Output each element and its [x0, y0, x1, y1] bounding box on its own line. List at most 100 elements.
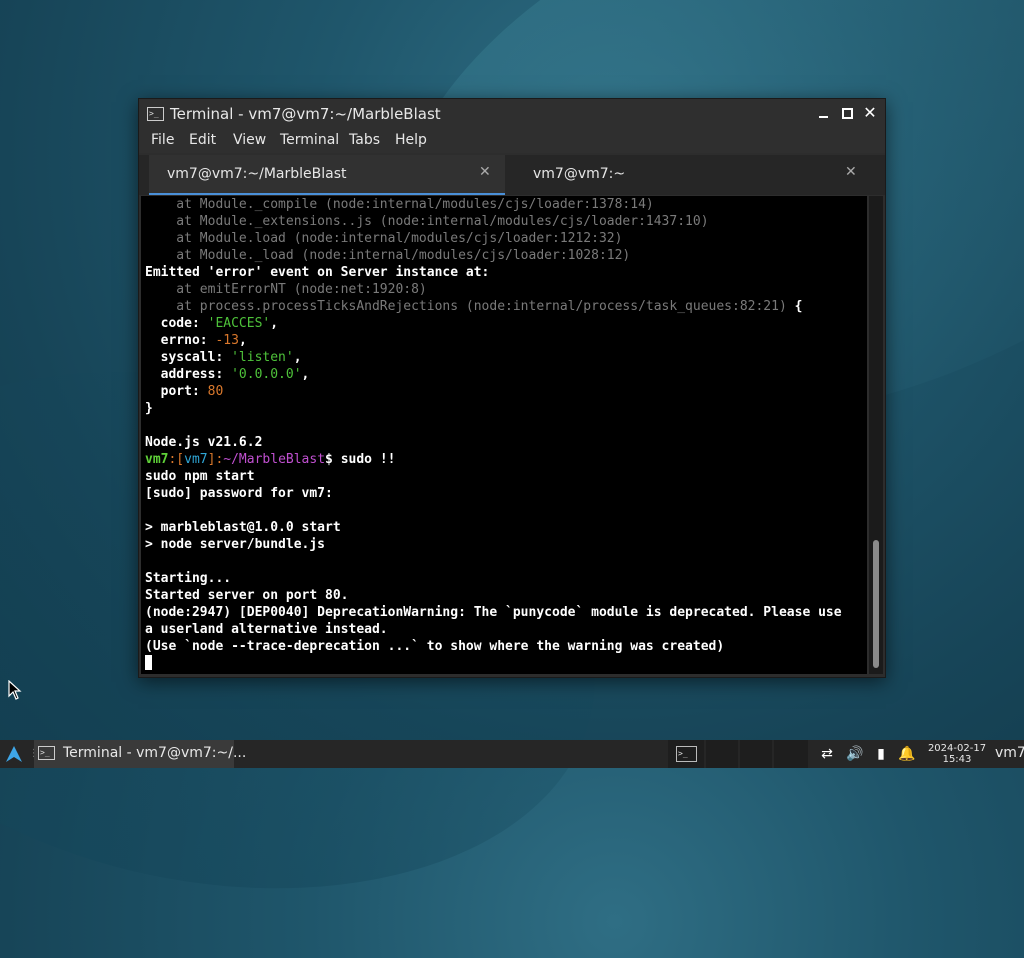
terminal-text: '0.0.0.0': [231, 367, 302, 382]
battery-icon[interactable]: ▮: [872, 745, 890, 763]
terminal-line: Emitted 'error' event on Server instance…: [145, 264, 489, 281]
terminal-line: (node:2947) [DEP0040] DeprecationWarning…: [145, 604, 842, 621]
tab-label: vm7@vm7:~/MarbleBlast: [167, 166, 347, 182]
terminal-text: at Module._load (node:internal/modules/c…: [145, 248, 631, 263]
terminal-text: syscall:: [145, 350, 232, 365]
notification-bell-icon[interactable]: 🔔: [898, 745, 916, 763]
taskbar-separator: ⋮: [29, 748, 39, 760]
title-bar[interactable]: >_ Terminal - vm7@vm7:~/MarbleBlast ✕: [139, 99, 885, 129]
terminal-line: port: 80: [145, 383, 224, 400]
terminal-cursor: [145, 655, 152, 672]
terminal-output[interactable]: at Module._compile (node:internal/module…: [141, 196, 867, 674]
workspace-4[interactable]: [774, 740, 808, 768]
terminal-text: 'EACCES': [207, 316, 271, 331]
tab-marbleblast[interactable]: vm7@vm7:~/MarbleBlast ✕: [149, 155, 505, 195]
network-icon[interactable]: ⇄: [818, 745, 836, 763]
menu-bar: File Edit View Terminal Tabs Help: [139, 129, 885, 153]
terminal-text: at Module.load (node:internal/modules/cj…: [145, 231, 623, 246]
terminal-text: -13: [215, 333, 239, 348]
terminal-line: at emitErrorNT (node:net:1920:8): [145, 281, 427, 298]
terminal-line: > node server/bundle.js: [145, 536, 325, 553]
terminal-text: Node.js v21.6.2: [145, 435, 263, 450]
terminal-line: sudo npm start: [145, 468, 255, 485]
terminal-line: [sudo] password for vm7:: [145, 485, 333, 502]
terminal-text: ~/MarbleBlast: [223, 452, 326, 467]
terminal-text: 80: [207, 384, 224, 399]
scrollbar[interactable]: [869, 196, 883, 674]
tab-close-icon[interactable]: ✕: [845, 164, 857, 180]
menu-edit[interactable]: Edit: [189, 132, 216, 148]
terminal-text: (Use `node --trace-deprecation ...` to s…: [145, 639, 725, 654]
terminal-text: at Module._extensions..js (node:internal…: [145, 214, 709, 229]
scrollbar-thumb[interactable]: [873, 540, 879, 668]
window-title: Terminal - vm7@vm7:~/MarbleBlast: [170, 105, 441, 123]
terminal-text: code:: [145, 316, 208, 331]
terminal-text: ,: [270, 316, 279, 331]
terminal-line: syscall: 'listen',: [145, 349, 302, 366]
terminal-text: ]:: [207, 452, 224, 467]
menu-tabs[interactable]: Tabs: [349, 132, 380, 148]
close-button[interactable]: ✕: [861, 104, 879, 122]
tab-label: vm7@vm7:~: [533, 166, 626, 182]
start-menu-icon[interactable]: [4, 744, 24, 764]
mouse-cursor-icon: [8, 680, 22, 700]
terminal-line: errno: -13,: [145, 332, 247, 349]
terminal-text: errno:: [145, 333, 216, 348]
terminal-text: (node:2947) [DEP0040] DeprecationWarning…: [145, 605, 842, 620]
terminal-icon: >_: [676, 746, 697, 762]
workspace-2[interactable]: [706, 740, 738, 768]
terminal-line: > marbleblast@1.0.0 start: [145, 519, 341, 536]
clock-date: 2024-02-17: [927, 743, 987, 754]
terminal-text: sudo npm start: [145, 469, 255, 484]
terminal-text: > node server/bundle.js: [145, 537, 326, 552]
terminal-text: at emitErrorNT (node:net:1920:8): [145, 282, 427, 297]
terminal-line: address: '0.0.0.0',: [145, 366, 310, 383]
minimize-button[interactable]: [815, 104, 833, 122]
terminal-text: ,: [293, 350, 302, 365]
terminal-line: at Module.load (node:internal/modules/cj…: [145, 230, 622, 247]
clock-time: 15:43: [942, 754, 972, 765]
terminal-text: at process.processTicksAndRejections (no…: [145, 299, 787, 314]
terminal-text: Started server on port 80.: [145, 588, 349, 603]
terminal-line: at Module._compile (node:internal/module…: [145, 196, 653, 213]
volume-icon[interactable]: 🔊: [846, 745, 864, 763]
maximize-button[interactable]: [838, 104, 856, 122]
workspace-3[interactable]: [740, 740, 772, 768]
terminal-text: address:: [145, 367, 232, 382]
terminal-text: {: [786, 299, 803, 314]
workspace-switcher[interactable]: >_: [668, 740, 704, 768]
taskbar-terminal-task[interactable]: >_ Terminal - vm7@vm7:~/...: [34, 740, 246, 768]
terminal-line: code: 'EACCES',: [145, 315, 278, 332]
terminal-text: ,: [238, 333, 247, 348]
menu-help[interactable]: Help: [395, 132, 427, 148]
terminal-text: ,: [301, 367, 310, 382]
maximize-icon: [842, 108, 853, 119]
terminal-text: $: [325, 452, 341, 467]
menu-terminal[interactable]: Terminal: [280, 132, 339, 148]
tab-home[interactable]: vm7@vm7:~ ✕: [515, 155, 875, 193]
close-icon: ✕: [863, 103, 877, 122]
terminal-line: Started server on port 80.: [145, 587, 349, 604]
menu-view[interactable]: View: [233, 132, 266, 148]
menu-file[interactable]: File: [151, 132, 174, 148]
text-cursor: [145, 655, 152, 670]
terminal-line: at process.processTicksAndRejections (no…: [145, 298, 802, 315]
terminal-text: }: [145, 401, 153, 416]
taskbar: ⋮ >_ Terminal - vm7@vm7:~/... >_ ⇄ 🔊 ▮ 🔔…: [0, 740, 1024, 768]
terminal-text: port:: [145, 384, 208, 399]
terminal-icon: >_: [38, 746, 55, 760]
user-menu[interactable]: vm7: [995, 745, 1024, 761]
clock[interactable]: 2024-02-17 15:43: [926, 743, 988, 765]
terminal-text: 'listen': [231, 350, 294, 365]
terminal-text: [sudo] password for vm7:: [145, 486, 333, 501]
task-label: Terminal - vm7@vm7:~/...: [63, 745, 247, 761]
tab-close-icon[interactable]: ✕: [479, 164, 491, 180]
terminal-line: Starting...: [145, 570, 231, 587]
terminal-line: (Use `node --trace-deprecation ...` to s…: [145, 638, 724, 655]
terminal-text: Starting...: [145, 571, 232, 586]
terminal-line: vm7:[vm7]:~/MarbleBlast$ sudo !!: [145, 451, 395, 468]
terminal-line: at Module._load (node:internal/modules/c…: [145, 247, 630, 264]
minimize-icon: [819, 116, 828, 118]
terminal-text: vm7: [145, 452, 169, 467]
terminal-text: vm7: [184, 452, 208, 467]
